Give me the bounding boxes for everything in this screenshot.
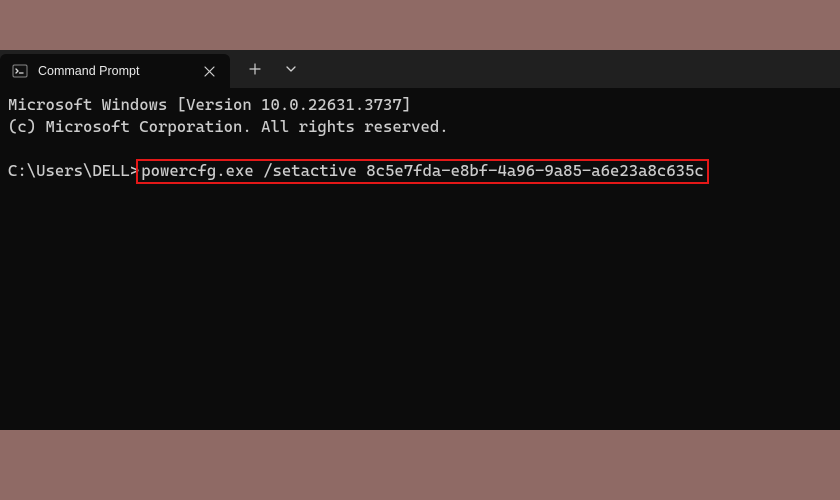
new-tab-button[interactable] (238, 55, 272, 83)
titlebar[interactable]: Command Prompt (0, 50, 840, 88)
chevron-down-icon (285, 63, 297, 75)
tab-title: Command Prompt (38, 64, 188, 78)
close-icon (204, 66, 215, 77)
command-text: powercfg.exe /setactive 8c5e7fda-e8bf-4a… (141, 161, 704, 180)
plus-icon (249, 63, 261, 75)
prompt-path: C:\Users\DELL> (8, 161, 139, 180)
copyright-line: (c) Microsoft Corporation. All rights re… (8, 117, 449, 136)
command-prompt-icon (12, 63, 28, 79)
tab-dropdown-button[interactable] (274, 55, 308, 83)
highlighted-command: powercfg.exe /setactive 8c5e7fda-e8bf-4a… (136, 159, 709, 184)
titlebar-actions (230, 50, 308, 88)
version-line: Microsoft Windows [Version 10.0.22631.37… (8, 95, 411, 114)
tab-close-button[interactable] (198, 60, 220, 82)
terminal-window: Command Prompt Microsoft Windows [Versio… (0, 50, 840, 430)
terminal-output[interactable]: Microsoft Windows [Version 10.0.22631.37… (0, 88, 840, 430)
tab-command-prompt[interactable]: Command Prompt (0, 54, 230, 88)
